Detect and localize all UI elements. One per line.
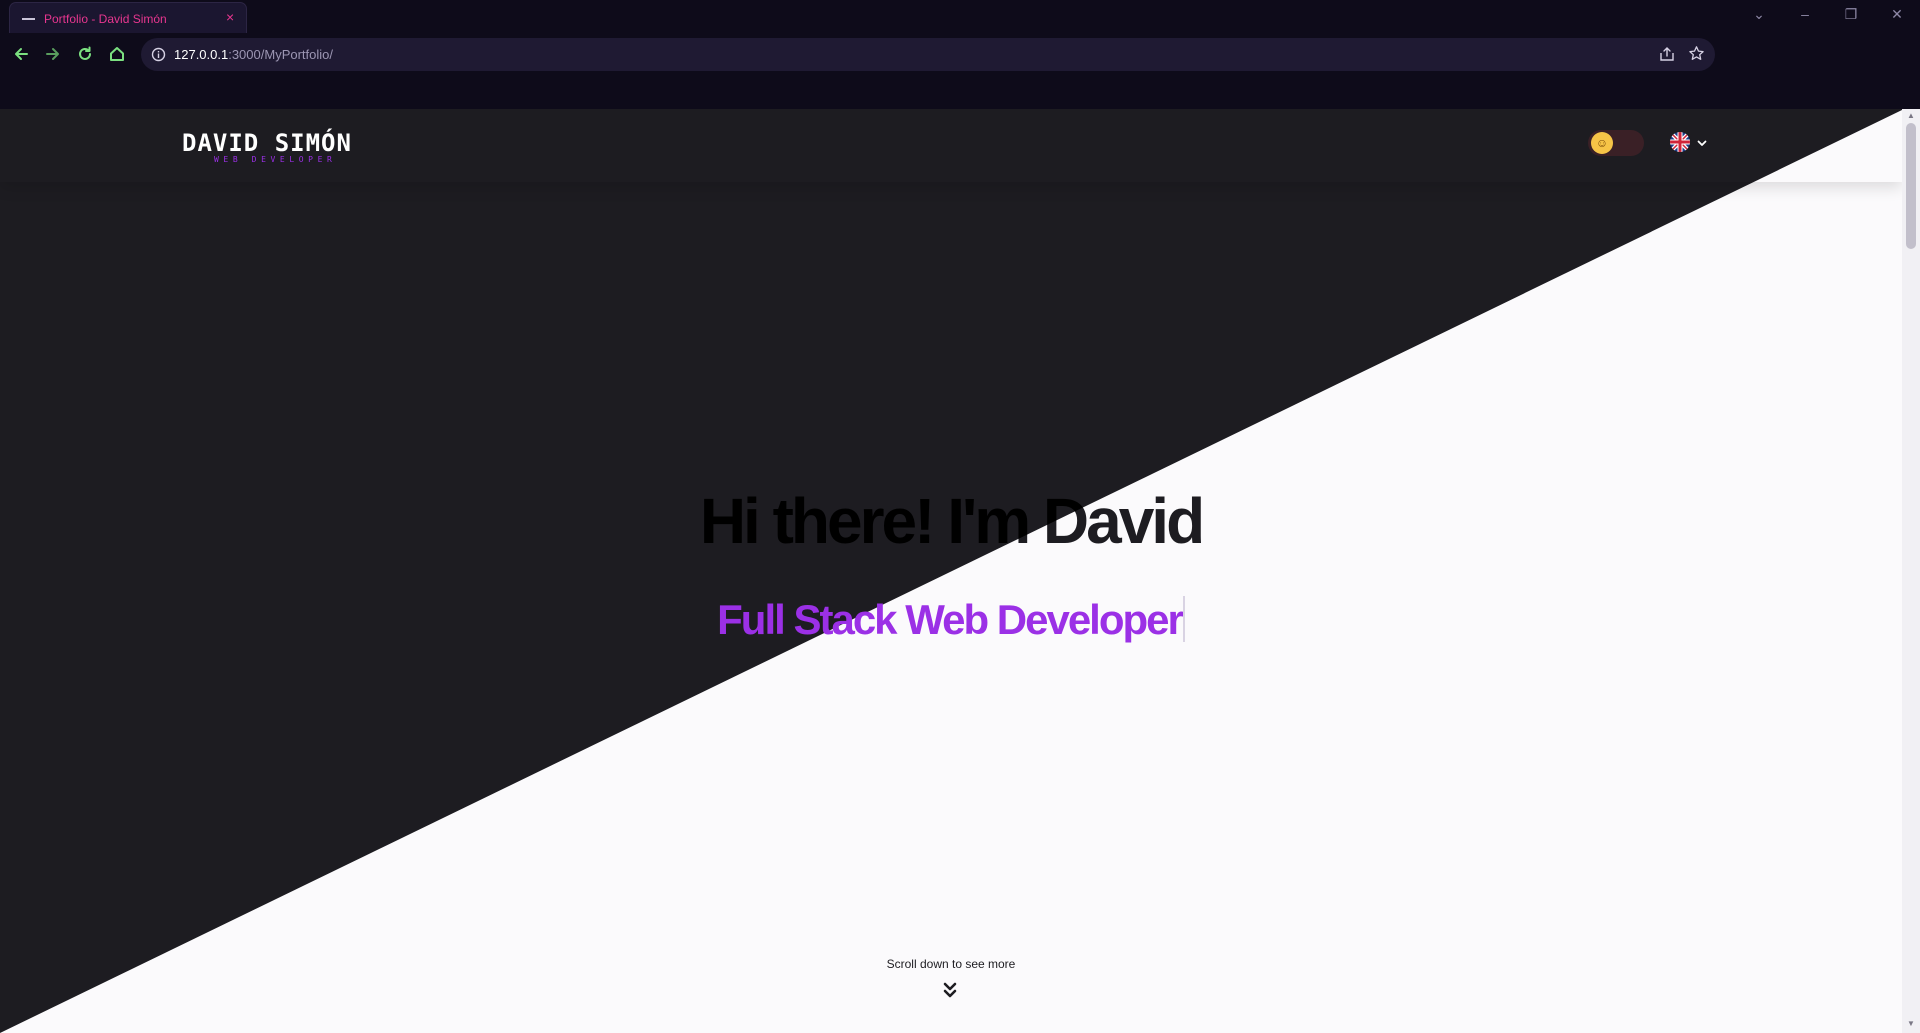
browser-tab-strip: Portfolio - David Simón × ⌄ – ❐ ✕ bbox=[0, 0, 1920, 33]
tab-search-icon[interactable]: ⌄ bbox=[1749, 6, 1769, 23]
hero-subtitle-text: Full Stack Web Developer bbox=[717, 596, 1184, 643]
url-text: 127.0.0.1:3000/MyPortfolio/ bbox=[174, 47, 333, 62]
chevron-down-icon bbox=[1696, 136, 1708, 154]
minimize-icon[interactable]: – bbox=[1795, 6, 1815, 22]
scroll-up-arrow-icon[interactable]: ▲ bbox=[1907, 111, 1915, 120]
favicon-icon bbox=[22, 18, 35, 20]
share-icon[interactable] bbox=[1659, 46, 1675, 67]
page-scrollbar[interactable]: ▲ ▼ bbox=[1902, 109, 1920, 1033]
browser-toolbar: 127.0.0.1:3000/MyPortfolio/ bbox=[0, 33, 1920, 109]
home-icon[interactable] bbox=[106, 43, 128, 65]
scroll-down-arrow-icon[interactable]: ▼ bbox=[1907, 1019, 1915, 1028]
bookmark-star-icon[interactable] bbox=[1688, 45, 1705, 67]
theme-toggle[interactable]: ☺ bbox=[1588, 130, 1644, 156]
hero-subtitle: Full Stack Web Developer bbox=[0, 593, 1902, 647]
page-viewport: DAVID SIMÓN WEB DEVELOPER ☺ Hi there! I'… bbox=[0, 109, 1920, 1033]
site-logo[interactable]: DAVID SIMÓN WEB DEVELOPER bbox=[182, 127, 382, 167]
url-path: :3000/MyPortfolio/ bbox=[228, 47, 333, 62]
logo-subtitle: WEB DEVELOPER bbox=[214, 155, 337, 164]
logo-name: DAVID SIMÓN bbox=[182, 129, 352, 157]
address-bar[interactable]: 127.0.0.1:3000/MyPortfolio/ bbox=[141, 38, 1715, 71]
reload-icon[interactable] bbox=[74, 43, 96, 65]
site-navbar: DAVID SIMÓN WEB DEVELOPER ☺ bbox=[0, 109, 1902, 182]
back-icon[interactable] bbox=[10, 43, 32, 65]
restore-icon[interactable]: ❐ bbox=[1841, 6, 1861, 23]
tab-close-icon[interactable]: × bbox=[226, 9, 234, 25]
forward-icon[interactable] bbox=[42, 43, 64, 65]
site-info-icon[interactable] bbox=[151, 47, 166, 67]
scroll-hint-text: Scroll down to see more bbox=[886, 957, 1016, 971]
diagonal-dark-background bbox=[0, 109, 1902, 1033]
close-window-icon[interactable]: ✕ bbox=[1887, 6, 1907, 23]
typing-caret bbox=[1182, 596, 1185, 642]
uk-flag-icon bbox=[1670, 132, 1690, 152]
double-chevron-down-icon[interactable] bbox=[942, 981, 958, 1004]
sun-icon: ☺ bbox=[1591, 132, 1613, 154]
language-selector[interactable] bbox=[1670, 132, 1712, 154]
browser-tab[interactable]: Portfolio - David Simón × bbox=[9, 2, 247, 33]
tab-title: Portfolio - David Simón bbox=[44, 12, 167, 26]
url-host: 127.0.0.1 bbox=[174, 47, 229, 62]
scroll-thumb[interactable] bbox=[1906, 123, 1916, 249]
